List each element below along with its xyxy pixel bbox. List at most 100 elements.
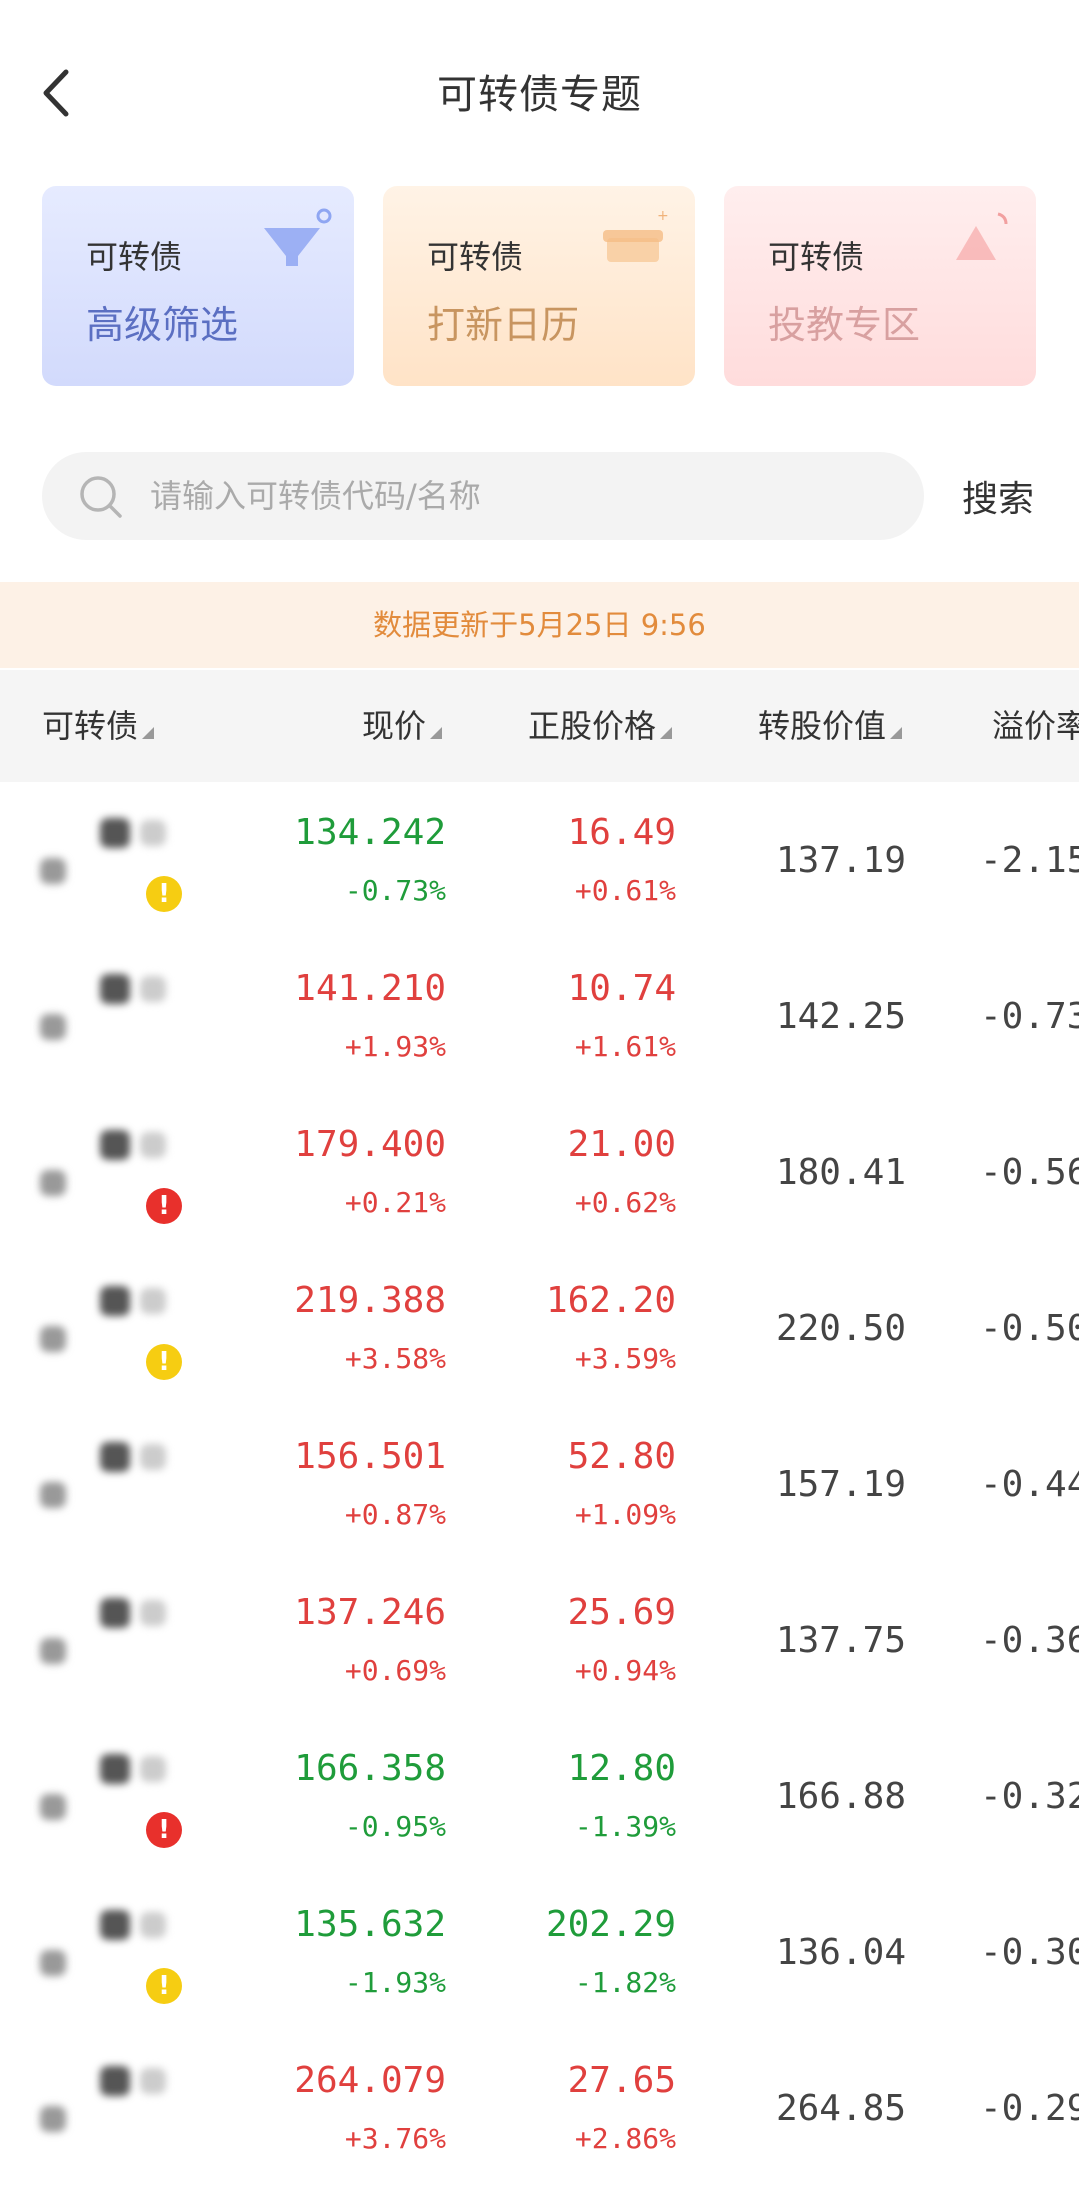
sort-icon (660, 727, 673, 739)
table-row[interactable]: ! 134.242 -0.73% 16.49 +0.61% 137.19 -2.… (0, 782, 1079, 938)
price-value: 179.400 (294, 1124, 446, 1165)
table-row[interactable]: ! 219.388 +3.58% 162.20 +3.59% 220.50 -0… (0, 1250, 1079, 1406)
table-row[interactable]: 141.210 +1.93% 10.74 +1.61% 142.25 -0.73… (0, 938, 1079, 1094)
stock-price-change: -1.39% (574, 1810, 676, 1843)
warning-icon[interactable]: ! (146, 1188, 182, 1224)
stock-price-value: 12.80 (567, 1748, 676, 1789)
price-value: 141.210 (294, 968, 446, 1009)
gift-box-icon: + (603, 208, 669, 262)
stock-price-value: 52.80 (567, 1436, 676, 1477)
card-main-label: 高级筛选 (86, 303, 239, 347)
conversion-value: 180.41 (775, 1152, 906, 1193)
stock-price-value: 162.20 (545, 1280, 676, 1321)
stock-price-change: -1.82% (574, 1966, 676, 1999)
search-input[interactable] (150, 452, 890, 540)
table-row[interactable]: 264.079 +3.76% 27.65 +2.86% 264.85 -0.29… (0, 2030, 1079, 2186)
stock-price-value: 10.74 (567, 968, 676, 1009)
price-value: 137.246 (294, 1592, 446, 1633)
premium-rate: -0.44% (980, 1464, 1079, 1505)
premium-rate: -0.30% (980, 1932, 1079, 1973)
column-header-price[interactable]: 现价 (362, 670, 443, 782)
price-value: 135.632 (294, 1904, 446, 1945)
warning-icon[interactable]: ! (146, 1812, 182, 1848)
card-sub-label: 可转债 (427, 238, 524, 276)
card-sub-label: 可转债 (768, 238, 865, 276)
stock-price-value: 16.49 (567, 812, 676, 853)
price-value: 166.358 (294, 1748, 446, 1789)
funnel-icon (264, 208, 332, 266)
bond-name-redacted (30, 1588, 190, 1698)
column-label: 正股价格 (528, 707, 657, 745)
search-bar (42, 452, 924, 540)
stock-price-change: +0.62% (574, 1186, 676, 1219)
stock-price-change: +1.09% (574, 1498, 676, 1531)
bond-name-redacted (30, 2056, 190, 2166)
stock-price-change: +3.59% (574, 1342, 676, 1375)
header: 可转债专题 (0, 0, 1079, 180)
column-header-bond[interactable]: 可转债 (42, 670, 155, 782)
price-change: +0.87% (344, 1498, 446, 1531)
card-sub-label: 可转债 (86, 238, 183, 276)
bond-name-redacted (30, 964, 190, 1074)
conversion-value: 136.04 (775, 1932, 906, 1973)
stock-price-value: 27.65 (567, 2060, 676, 2101)
price-value: 134.242 (294, 812, 446, 853)
conversion-value: 166.88 (775, 1776, 906, 1817)
table-row[interactable]: ! 179.400 +0.21% 21.00 +0.62% 180.41 -0.… (0, 1094, 1079, 1250)
advanced-filter-card[interactable]: 可转债 高级筛选 (42, 186, 354, 386)
update-notice: 数据更新于5月25日 9:56 (0, 582, 1079, 668)
column-label: 可转债 (42, 707, 139, 745)
price-change: -0.73% (344, 874, 446, 907)
conversion-value: 220.50 (775, 1308, 906, 1349)
conversion-value: 137.19 (775, 840, 906, 881)
table-row[interactable]: 137.246 +0.69% 25.69 +0.94% 137.75 -0.36… (0, 1562, 1079, 1718)
sort-icon (430, 727, 443, 739)
premium-rate: -0.29% (980, 2088, 1079, 2129)
search-icon (80, 476, 122, 518)
price-change: -1.93% (344, 1966, 446, 1999)
sort-icon (142, 727, 155, 739)
price-value: 219.388 (294, 1280, 446, 1321)
column-header-conversion-value[interactable]: 转股价值 (758, 670, 903, 782)
column-label: 转股价值 (758, 707, 887, 745)
card-main-label: 打新日历 (427, 303, 580, 347)
investor-education-card[interactable]: 可转债 投教专区 (724, 186, 1036, 386)
column-header-stock-price[interactable]: 正股价格 (528, 670, 673, 782)
feature-cards: 可转债 高级筛选 可转债 打新日历 + 可转债 投教专区 (42, 186, 1036, 386)
column-header-premium[interactable]: 溢价率 (992, 670, 1079, 782)
price-change: +3.76% (344, 2122, 446, 2155)
search-button[interactable]: 搜索 (962, 470, 1034, 522)
ipo-calendar-card[interactable]: 可转债 打新日历 + (383, 186, 695, 386)
stock-price-value: 21.00 (567, 1124, 676, 1165)
column-label: 现价 (362, 707, 427, 745)
card-main-label: 投教专区 (768, 303, 921, 347)
price-value: 264.079 (294, 2060, 446, 2101)
price-change: +1.93% (344, 1030, 446, 1063)
triangle-icon (956, 212, 1008, 260)
conversion-value: 137.75 (775, 1620, 906, 1661)
stock-price-change: +0.61% (574, 874, 676, 907)
warning-icon[interactable]: ! (146, 1344, 182, 1380)
premium-rate: -0.56% (980, 1152, 1079, 1193)
stock-price-change: +2.86% (574, 2122, 676, 2155)
premium-rate: -0.50% (980, 1308, 1079, 1349)
conversion-value: 264.85 (775, 2088, 906, 2129)
bond-name-redacted (30, 1432, 190, 1542)
premium-rate: -0.73% (980, 996, 1079, 1037)
stock-price-change: +0.94% (574, 1654, 676, 1687)
warning-icon[interactable]: ! (146, 1968, 182, 2004)
stock-price-value: 25.69 (567, 1592, 676, 1633)
premium-rate: -2.15% (980, 840, 1079, 881)
table-row[interactable]: 156.501 +0.87% 52.80 +1.09% 157.19 -0.44… (0, 1406, 1079, 1562)
table-row[interactable]: ! 135.632 -1.93% 202.29 -1.82% 136.04 -0… (0, 1874, 1079, 2030)
warning-icon[interactable]: ! (146, 876, 182, 912)
table-row[interactable]: ! 166.358 -0.95% 12.80 -1.39% 166.88 -0.… (0, 1718, 1079, 1874)
conversion-value: 142.25 (775, 996, 906, 1037)
conversion-value: 157.19 (775, 1464, 906, 1505)
stock-price-value: 202.29 (545, 1904, 676, 1945)
bond-table-body: ! 134.242 -0.73% 16.49 +0.61% 137.19 -2.… (0, 782, 1079, 2210)
premium-rate: -0.36% (980, 1620, 1079, 1661)
table-header: 可转债 现价 正股价格 转股价值 溢价率 (0, 670, 1079, 782)
price-change: +3.58% (344, 1342, 446, 1375)
price-value: 156.501 (294, 1436, 446, 1477)
